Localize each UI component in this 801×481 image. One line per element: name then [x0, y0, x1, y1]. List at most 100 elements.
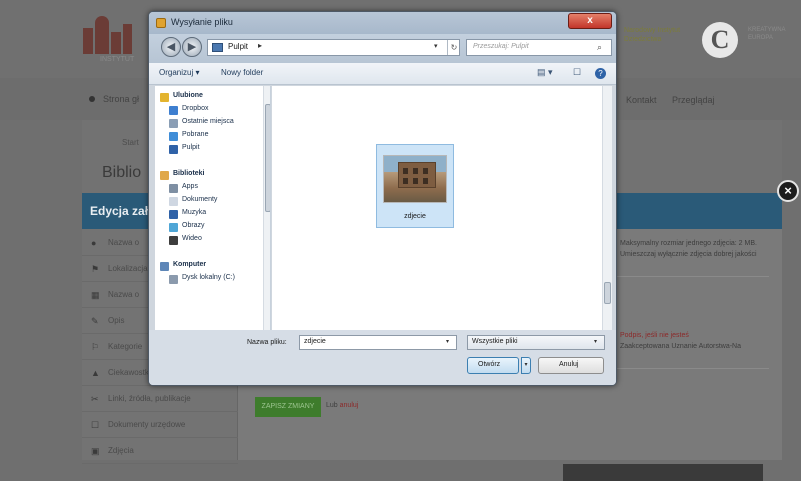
address-chevron-icon[interactable]: ▸: [258, 41, 262, 50]
nav-pane-item[interactable]: Dropbox: [155, 105, 263, 117]
search-placeholder: Przeszukaj: Pulpit: [473, 43, 529, 50]
cancel-link[interactable]: anuluj: [340, 402, 359, 409]
file-pane-scrollbar[interactable]: [602, 86, 612, 330]
home-icon: [89, 96, 95, 102]
dialog-titlebar: Wysyłanie pliku x: [149, 12, 616, 34]
forward-button[interactable]: ▶: [182, 37, 202, 57]
sidebar-item-icon: ⚐: [91, 342, 100, 352]
modal-sidebar-item[interactable]: ✂ Linki, źródła, publikacje: [82, 388, 238, 412]
partner-text: Narodowy Instytut Dziedzictwa: [624, 27, 681, 43]
help-icon[interactable]: ?: [595, 68, 606, 79]
sidebar-item-label: Kategorie: [108, 342, 143, 351]
upload-info-text: Maksymalny rozmiar jednego zdjęcia: 2 MB…: [620, 240, 757, 258]
open-split-chevron-icon[interactable]: ▾: [521, 357, 531, 374]
folder-icon: [169, 223, 178, 232]
new-folder-button[interactable]: Nowy folder: [221, 68, 263, 77]
file-list-pane: zdjecie: [272, 86, 612, 330]
modal-title: Edycja zał: [90, 204, 149, 218]
open-label: Otwórz: [478, 361, 501, 368]
scrollbar-thumb[interactable]: [265, 104, 270, 212]
nav-pane-item[interactable]: Dysk lokalny (C:): [155, 274, 263, 286]
navigation-pane: Ulubione Dropbox Ostatnie miejsca Pobrane Pu…: [155, 86, 271, 330]
filename-value[interactable]: zdjecie: [304, 338, 326, 345]
chevron-down-icon[interactable]: ▾: [594, 338, 597, 345]
search-icon[interactable]: ⌕: [597, 42, 602, 53]
nav-pane-item[interactable]: Muzyka: [155, 209, 263, 221]
sidebar-item-icon: ▲: [91, 368, 100, 378]
save-changes-button[interactable]: ZAPISZ ZMIANY: [255, 397, 321, 417]
organize-menu[interactable]: Organizuj ▾: [159, 68, 199, 77]
nav-home[interactable]: Strona gł: [103, 94, 139, 104]
sidebar-item-label: Opis: [108, 316, 125, 325]
preview-pane-icon[interactable]: ☐: [573, 67, 581, 78]
cancel-label: Anuluj: [559, 361, 579, 368]
nav-browse[interactable]: Przeglądaj: [672, 95, 715, 105]
scrollbar-thumb[interactable]: [604, 282, 611, 304]
nav-pane-item[interactable]: Biblioteki: [155, 170, 263, 182]
filetype-value: Wszystkie pliki: [472, 338, 518, 345]
sidebar-item-icon: ▣: [91, 446, 100, 456]
address-row: ◀ ▶ Pulpit ▸ ▾ ↻ Przeszukaj: Pulpit ⌕: [149, 34, 616, 63]
nav-pane-label: Dokumenty: [182, 196, 218, 203]
sidebar-item-label: Ciekawostki: [108, 368, 151, 377]
filename-label: Nazwa pliku:: [247, 339, 287, 346]
modal-sidebar-item[interactable]: ☐ Dokumenty urzędowe: [82, 414, 238, 438]
nav-pane-label: Wideo: [182, 235, 202, 242]
nav-pane-item[interactable]: Pobrane: [155, 131, 263, 143]
folder-icon: [169, 275, 178, 284]
nav-pane-label: Pobrane: [182, 131, 209, 138]
nav-pane-item[interactable]: Wideo: [155, 235, 263, 247]
address-bar[interactable]: Pulpit ▸ ▾ ↻: [207, 39, 460, 56]
nav-pane-item[interactable]: Obrazy: [155, 222, 263, 234]
sidebar-item-icon: ✎: [91, 316, 99, 326]
back-button[interactable]: ◀: [161, 37, 181, 57]
dialog-close-button[interactable]: x: [568, 13, 612, 29]
nav-pane-scrollbar[interactable]: [263, 86, 270, 330]
view-options-icon[interactable]: ▤ ▾: [537, 67, 553, 78]
folder-icon: [160, 93, 169, 102]
footer-strip: [563, 464, 763, 481]
folder-icon: [169, 197, 178, 206]
modal-sidebar-item[interactable]: ▣ Zdjęcia: [82, 440, 238, 464]
nav-pane-label: Dysk lokalny (C:): [182, 274, 235, 281]
image-thumbnail: [383, 155, 447, 203]
nav-pane-item[interactable]: Pulpit: [155, 144, 263, 156]
license-text: Zaakceptowana Uznanie Autorstwa-Na: [620, 343, 742, 350]
cancel-button[interactable]: Anuluj: [538, 357, 604, 374]
address-location[interactable]: Pulpit: [228, 42, 248, 51]
filetype-select[interactable]: Wszystkie pliki ▾: [467, 335, 605, 350]
address-dropdown-icon[interactable]: ▾: [434, 42, 438, 50]
nav-contact[interactable]: Kontakt: [626, 95, 657, 105]
divider: [614, 368, 769, 369]
nav-pane-label: Biblioteki: [173, 170, 205, 177]
open-button[interactable]: Otwórz: [467, 357, 519, 374]
chevron-down-icon[interactable]: ▾: [446, 338, 449, 345]
sidebar-item-icon: ⚑: [91, 264, 100, 274]
folder-icon: [160, 171, 169, 180]
partner-logo-text: KREATYWNA EUROPA: [748, 27, 786, 41]
partner-logo: C: [702, 22, 738, 58]
file-item[interactable]: zdjecie: [376, 144, 454, 228]
breadcrumb[interactable]: Start: [122, 138, 139, 147]
search-input[interactable]: Przeszukaj: Pulpit ⌕: [466, 39, 612, 56]
nav-pane-item[interactable]: Ostatnie miejsca: [155, 118, 263, 130]
folder-icon: [169, 145, 178, 154]
folder-icon: [169, 210, 178, 219]
desktop-icon: [212, 43, 223, 52]
modal-close-icon[interactable]: ×: [777, 180, 799, 202]
sidebar-item-icon: ✂: [91, 394, 99, 404]
nav-pane-item[interactable]: Apps: [155, 183, 263, 195]
nav-pane-item[interactable]: Dokumenty: [155, 196, 263, 208]
folder-icon: [169, 119, 178, 128]
filename-input[interactable]: zdjecie ▾: [299, 335, 457, 350]
nav-pane-item[interactable]: Ulubione: [155, 92, 263, 104]
sidebar-item-label: Nazwa o: [108, 290, 140, 299]
site-logo-text: INSTYTUT: [100, 56, 135, 63]
required-note: Podpis, jeśli nie jesteś: [620, 332, 689, 339]
folder-icon: [169, 236, 178, 245]
nav-pane-item[interactable]: Komputer: [155, 261, 263, 273]
file-upload-dialog: Wysyłanie pliku x ◀ ▶ Pulpit ▸ ▾ ↻ Przes…: [148, 11, 617, 386]
or-text: Lub: [326, 402, 338, 409]
refresh-icon[interactable]: ↻: [447, 40, 460, 55]
folder-icon: [169, 106, 178, 115]
